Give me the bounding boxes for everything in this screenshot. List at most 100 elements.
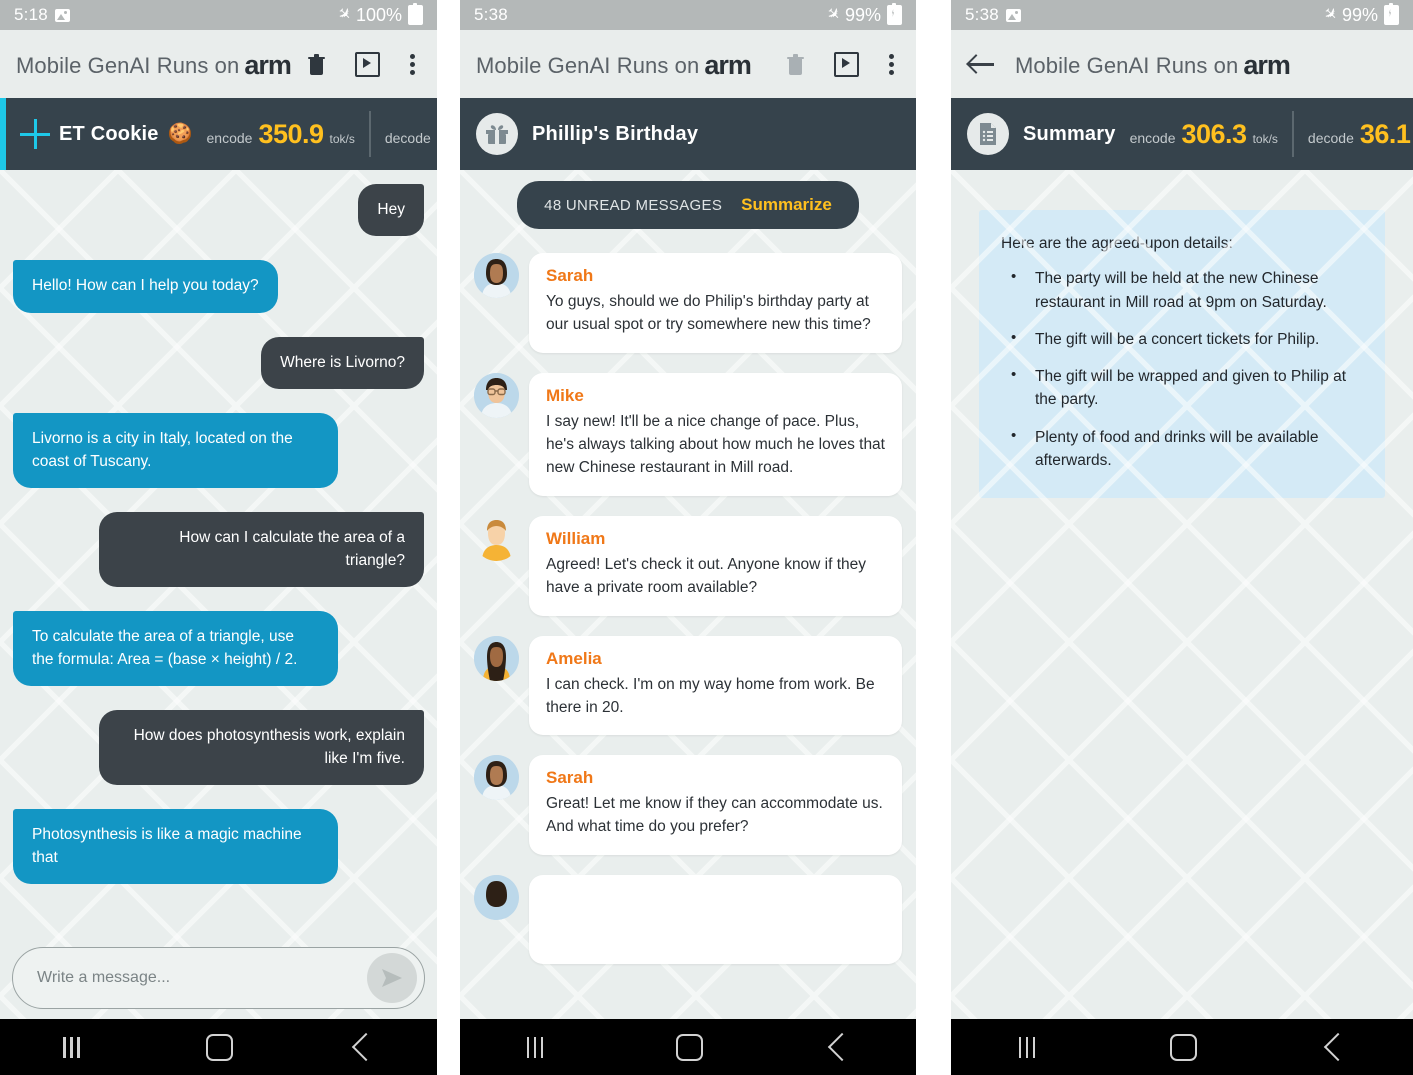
summary-bullet: The party will be held at the new Chines…: [1001, 266, 1361, 314]
send-paper-plane-icon: [382, 969, 402, 987]
unread-count-label: 48 UNREAD MESSAGES: [544, 196, 723, 214]
encode-stat: encode 306.3 tok/s: [1116, 119, 1292, 150]
chat-bubble-user: How does photosynthesis work, explain li…: [99, 710, 424, 786]
message-text: Great! Let me know if they can accommoda…: [546, 795, 883, 836]
arm-logo: arm: [1243, 49, 1291, 80]
avatar-amelia: [474, 635, 519, 681]
battery-charging-icon: [887, 3, 902, 25]
photo-icon: [1005, 8, 1021, 22]
home-icon[interactable]: [205, 1033, 233, 1061]
message-card: Mike I say new! It'll be a nice change o…: [529, 372, 902, 496]
summary-title: Summary: [1023, 122, 1116, 145]
play-box-icon[interactable]: [355, 51, 380, 77]
three-dots-icon[interactable]: [889, 53, 894, 75]
chat-scroll[interactable]: Hey Hello! How can I help you today? Whe…: [0, 170, 437, 1019]
airplane-mode-icon: ✈: [1318, 3, 1341, 26]
three-phone-screenshots: 5:18 ✈ 100% Mobile GenAI Runs on arm ET …: [0, 0, 1413, 1075]
sender-name: Mike: [546, 385, 584, 405]
decode-value: 36.1: [1359, 118, 1411, 149]
send-button[interactable]: [367, 953, 417, 1003]
chat-bubble-user: How can I calculate the area of a triang…: [99, 512, 424, 588]
encode-value: 350.9: [258, 118, 324, 149]
message-text: I can check. I'm on my way home from wor…: [546, 675, 875, 716]
encode-unit: tok/s: [329, 131, 355, 146]
decode-stat: decode 44.3 tok/s: [371, 119, 437, 150]
battery-charging-icon: [1384, 3, 1399, 25]
photo-icon: [54, 8, 70, 22]
arm-logo: arm: [244, 49, 292, 80]
back-icon[interactable]: [351, 1032, 380, 1062]
message-composer[interactable]: [12, 947, 425, 1009]
battery-percent: 100%: [355, 4, 402, 25]
summary-bullet: The gift will be a concert tickets for P…: [1001, 327, 1361, 351]
status-time: 5:38: [965, 5, 999, 24]
gift-box-icon: [476, 113, 518, 155]
three-dots-icon[interactable]: [410, 53, 415, 75]
app-title-text: Mobile GenAI Runs on: [476, 52, 700, 78]
summary-bullet: Plenty of food and drinks will be availa…: [1001, 425, 1361, 473]
summary-body: Here are the agreed-upon details: The pa…: [951, 170, 1413, 1019]
arm-logo: arm: [704, 49, 752, 80]
airplane-mode-icon: ✈: [332, 3, 355, 26]
system-nav-bar: [460, 1019, 916, 1075]
home-icon[interactable]: [1169, 1033, 1197, 1061]
airplane-mode-icon: ✈: [821, 3, 844, 26]
app-bar: Mobile GenAI Runs on arm: [0, 30, 437, 98]
battery-percent: 99%: [844, 4, 881, 25]
summary-card: Here are the agreed-upon details: The pa…: [979, 210, 1385, 498]
message-card: William Agreed! Let's check it out. Anyo…: [529, 515, 902, 616]
back-arrow-icon[interactable]: [967, 51, 997, 77]
phone-panel-group-chat: 5:38 ✈ 99% Mobile GenAI Runs on arm Phil…: [460, 0, 916, 1075]
recent-apps-icon[interactable]: [525, 1036, 547, 1058]
app-title-text: Mobile GenAI Runs on: [1015, 52, 1239, 78]
app-bar: Mobile GenAI Runs on arm: [951, 30, 1413, 98]
model-chip-bar: ET Cookie 🍪 encode 350.9 tok/s decode 44…: [0, 98, 437, 170]
battery-icon: [408, 3, 423, 25]
system-nav-bar: [0, 1019, 437, 1075]
play-box-icon[interactable]: [834, 51, 859, 77]
document-glyph: [980, 123, 996, 145]
trash-icon[interactable]: [308, 53, 325, 75]
avatar-william: [474, 516, 519, 561]
summary-lead: Here are the agreed-upon details:: [1001, 235, 1233, 252]
decode-label: decode: [1307, 129, 1354, 146]
decode-label: decode: [384, 129, 431, 146]
sender-name: Amelia: [546, 648, 602, 668]
encode-unit: tok/s: [1252, 131, 1278, 146]
app-title: Mobile GenAI Runs on arm: [476, 49, 752, 80]
status-bar: 5:38 ✈ 99%: [951, 0, 1413, 30]
avatar-next: [474, 875, 519, 921]
status-time: 5:18: [14, 5, 48, 24]
group-chat-scroll[interactable]: 48 UNREAD MESSAGES Summarize Sarah Yo gu…: [460, 170, 916, 1019]
recent-apps-icon[interactable]: [61, 1036, 83, 1058]
sender-name: William: [546, 528, 606, 548]
cross-plus-icon: [20, 119, 50, 149]
battery-percent: 99%: [1341, 4, 1378, 25]
phone-panel-summary: 5:38 ✈ 99% Mobile GenAI Runs on arm Summ…: [951, 0, 1413, 1075]
back-icon[interactable]: [1323, 1032, 1352, 1062]
message-text: Agreed! Let's check it out. Anyone know …: [546, 555, 867, 596]
recent-apps-icon[interactable]: [1017, 1036, 1039, 1058]
chat-bubble-user: Where is Livorno?: [261, 336, 424, 390]
app-title: Mobile GenAI Runs on arm: [16, 49, 292, 80]
conversation-title: Phillip's Birthday: [532, 122, 699, 145]
encode-label: encode: [206, 129, 253, 146]
app-bar: Mobile GenAI Runs on arm: [460, 30, 916, 98]
encode-value: 306.3: [1181, 118, 1248, 149]
document-icon: [967, 113, 1009, 155]
back-icon[interactable]: [827, 1032, 856, 1062]
avatar-sarah: [474, 755, 519, 801]
chat-bubble-user: Hey: [358, 184, 424, 237]
message-input[interactable]: [35, 968, 367, 988]
chat-bubble-bot: Photosynthesis is like a magic machine t…: [13, 809, 338, 885]
app-title-text: Mobile GenAI Runs on: [16, 52, 240, 78]
message-text: I say new! It'll be a nice change of pac…: [546, 412, 885, 476]
unread-summarize-pill[interactable]: 48 UNREAD MESSAGES Summarize: [517, 181, 859, 229]
status-bar: 5:38 ✈ 99%: [460, 0, 916, 30]
summarize-button[interactable]: Summarize: [741, 195, 832, 215]
chat-bubble-bot: To calculate the area of a triangle, use…: [13, 611, 338, 687]
avatar-mike: [474, 372, 519, 418]
trash-icon[interactable]: [787, 53, 804, 75]
system-nav-bar: [951, 1019, 1413, 1075]
home-icon[interactable]: [675, 1033, 703, 1061]
